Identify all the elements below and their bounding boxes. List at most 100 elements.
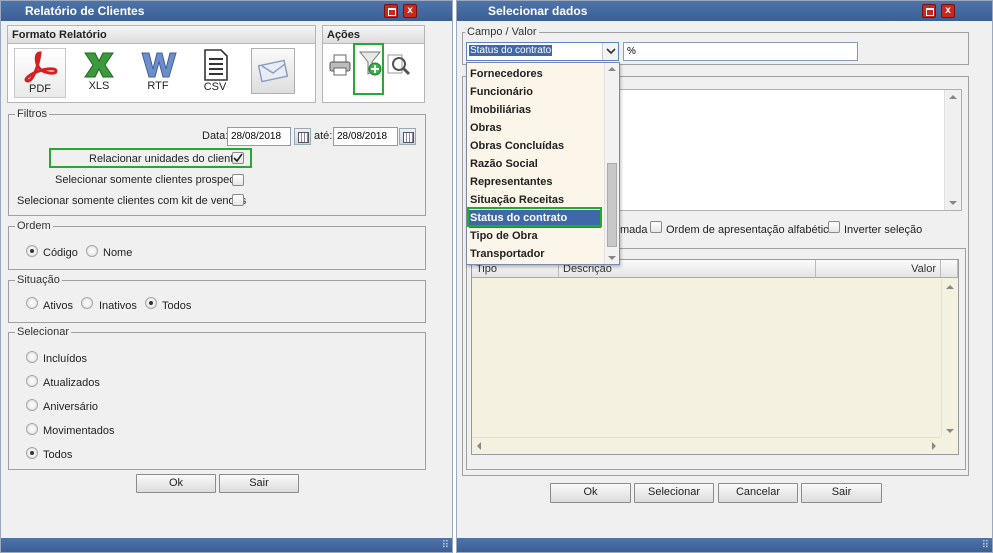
dropdown-item-transportador[interactable]: Transportador (469, 246, 601, 264)
close-icon[interactable]: x (941, 4, 955, 18)
dropdown-item-razao-social[interactable]: Razão Social (469, 156, 601, 174)
xls-export-button[interactable]: XLS (74, 48, 124, 98)
calendar-to-icon[interactable] (399, 128, 416, 145)
format-panel-header: Formato Relatório (8, 26, 315, 44)
select-data-statusbar: ⠿ (457, 538, 992, 552)
select-birthday-radio[interactable] (26, 399, 38, 411)
printer-icon[interactable] (329, 54, 351, 76)
select-updated-label: Atualizados (43, 377, 100, 389)
grid-scroll-left-icon[interactable] (477, 442, 481, 450)
alphabetical-label: Ordem de apresentação alfabética (666, 224, 835, 236)
report-window-statusbar: ⠿ (1, 538, 452, 552)
order-name-radio[interactable] (86, 245, 98, 257)
filters-legend: Filtros (15, 108, 49, 120)
grid-scroll-down-icon[interactable] (946, 429, 954, 433)
prospects-checkbox[interactable] (232, 174, 244, 186)
dropdown-item-tipo-obra[interactable]: Tipo de Obra (469, 228, 601, 246)
report-window-titlebar[interactable]: Relatório de Clientes x (1, 1, 452, 21)
status-all-radio[interactable] (145, 297, 157, 309)
grid-vscrollbar[interactable] (941, 279, 958, 437)
select-updated-radio[interactable] (26, 375, 38, 387)
status-legend: Situação (15, 274, 62, 286)
status-inactive-radio[interactable] (81, 297, 93, 309)
order-name-label: Nome (103, 247, 133, 259)
select-birthday-label: Aniversário (43, 401, 99, 413)
dropdown-item-funcionario[interactable]: Funcionário (469, 84, 601, 102)
date-to-input[interactable] (333, 127, 398, 146)
status-active-radio[interactable] (26, 297, 38, 309)
document-icon (204, 49, 228, 81)
kit-vendas-checkbox[interactable] (232, 194, 244, 206)
maximize-icon[interactable] (384, 4, 398, 18)
cancel-button[interactable]: Cancelar (718, 483, 798, 503)
calendar-from-icon[interactable] (294, 128, 311, 145)
date-label: Data: (202, 130, 229, 142)
date-from-input[interactable] (227, 127, 291, 146)
invert-selection-checkbox[interactable] (828, 221, 840, 233)
select-data-titlebar[interactable]: Selecionar dados x (457, 1, 992, 21)
field-select[interactable]: Status do contrato (466, 42, 619, 61)
field-dropdown-list[interactable]: Fornecedores Funcionário Imobiliárias Ob… (466, 62, 620, 265)
dropdown-item-obras-concluidas[interactable]: Obras Concluídas (469, 138, 601, 156)
dropdown-item-representantes[interactable]: Representantes (469, 174, 601, 192)
select-all-radio[interactable] (26, 447, 38, 459)
actions-panel-header: Ações (323, 26, 424, 44)
csv-export-button[interactable]: CSV (190, 48, 240, 98)
ok-button[interactable]: Ok (550, 483, 631, 503)
field-select-value: Status do contrato (469, 45, 553, 56)
dropdown-scrollbar[interactable] (604, 63, 619, 264)
close-icon[interactable]: x (403, 4, 417, 18)
field-value-legend: Campo / Valor (465, 26, 539, 38)
data-grid[interactable]: Tipo Descrição Valor (471, 259, 959, 455)
select-included-label: Incluídos (43, 353, 88, 365)
exit-button[interactable]: Sair (219, 474, 299, 493)
status-inactive-label: Inativos (99, 300, 137, 312)
status-active-label: Ativos (43, 300, 73, 312)
textarea-scrollbar[interactable] (944, 90, 961, 210)
until-label: até: (314, 130, 333, 142)
select-moved-radio[interactable] (26, 423, 38, 435)
maximize-icon[interactable] (922, 4, 936, 18)
email-export-button[interactable] (251, 48, 295, 94)
report-window: Relatório de Clientes x Formato Relatóri… (0, 0, 453, 553)
pdf-label: PDF (29, 83, 51, 95)
order-code-label: Código (43, 247, 78, 259)
format-panel: Formato Relatório PDF XLS RTF CSV (7, 25, 316, 103)
ok-button[interactable]: Ok (136, 474, 216, 493)
grid-scroll-right-icon[interactable] (932, 442, 936, 450)
dropdown-scroll-thumb[interactable] (607, 163, 617, 247)
dropdown-item-imobiliarias[interactable]: Imobiliárias (469, 102, 601, 120)
scroll-up-icon[interactable] (949, 95, 957, 99)
pdf-export-button[interactable]: PDF (14, 48, 66, 98)
alphabetical-checkbox[interactable] (650, 221, 662, 233)
grid-header-corner (941, 260, 958, 278)
dropdown-scroll-up-icon[interactable] (608, 67, 616, 71)
exit-button[interactable]: Sair (801, 483, 882, 503)
select-legend: Selecionar (15, 326, 71, 338)
relate-units-highlight (49, 148, 252, 168)
dropdown-scroll-down-icon[interactable] (608, 256, 616, 260)
select-included-radio[interactable] (26, 351, 38, 363)
value-input[interactable] (623, 42, 858, 61)
kit-vendas-label: Selecionar somente clientes com kit de v… (17, 195, 247, 207)
select-button[interactable]: Selecionar (634, 483, 714, 503)
grid-scroll-up-icon[interactable] (946, 285, 954, 289)
resize-grip-icon[interactable]: ⠿ (982, 541, 989, 551)
rtf-export-button[interactable]: RTF (133, 48, 183, 98)
select-moved-label: Movimentados (43, 425, 115, 437)
chevron-down-icon[interactable] (602, 43, 618, 60)
grid-header-value[interactable]: Valor (816, 260, 941, 278)
dropdown-item-obras[interactable]: Obras (469, 120, 601, 138)
resize-grip-icon[interactable]: ⠿ (442, 541, 449, 551)
csv-label: CSV (203, 81, 227, 93)
search-icon[interactable] (387, 53, 411, 77)
scroll-down-icon[interactable] (949, 201, 957, 205)
dropdown-item-fornecedores[interactable]: Fornecedores (469, 66, 601, 84)
report-window-title: Relatório de Clientes (25, 4, 145, 18)
word-icon (141, 52, 177, 78)
grid-hscrollbar[interactable] (472, 437, 941, 454)
order-legend: Ordem (15, 220, 53, 232)
status-all-label: Todos (162, 300, 192, 312)
invert-selection-label: Inverter seleção (844, 224, 923, 236)
order-code-radio[interactable] (26, 245, 38, 257)
